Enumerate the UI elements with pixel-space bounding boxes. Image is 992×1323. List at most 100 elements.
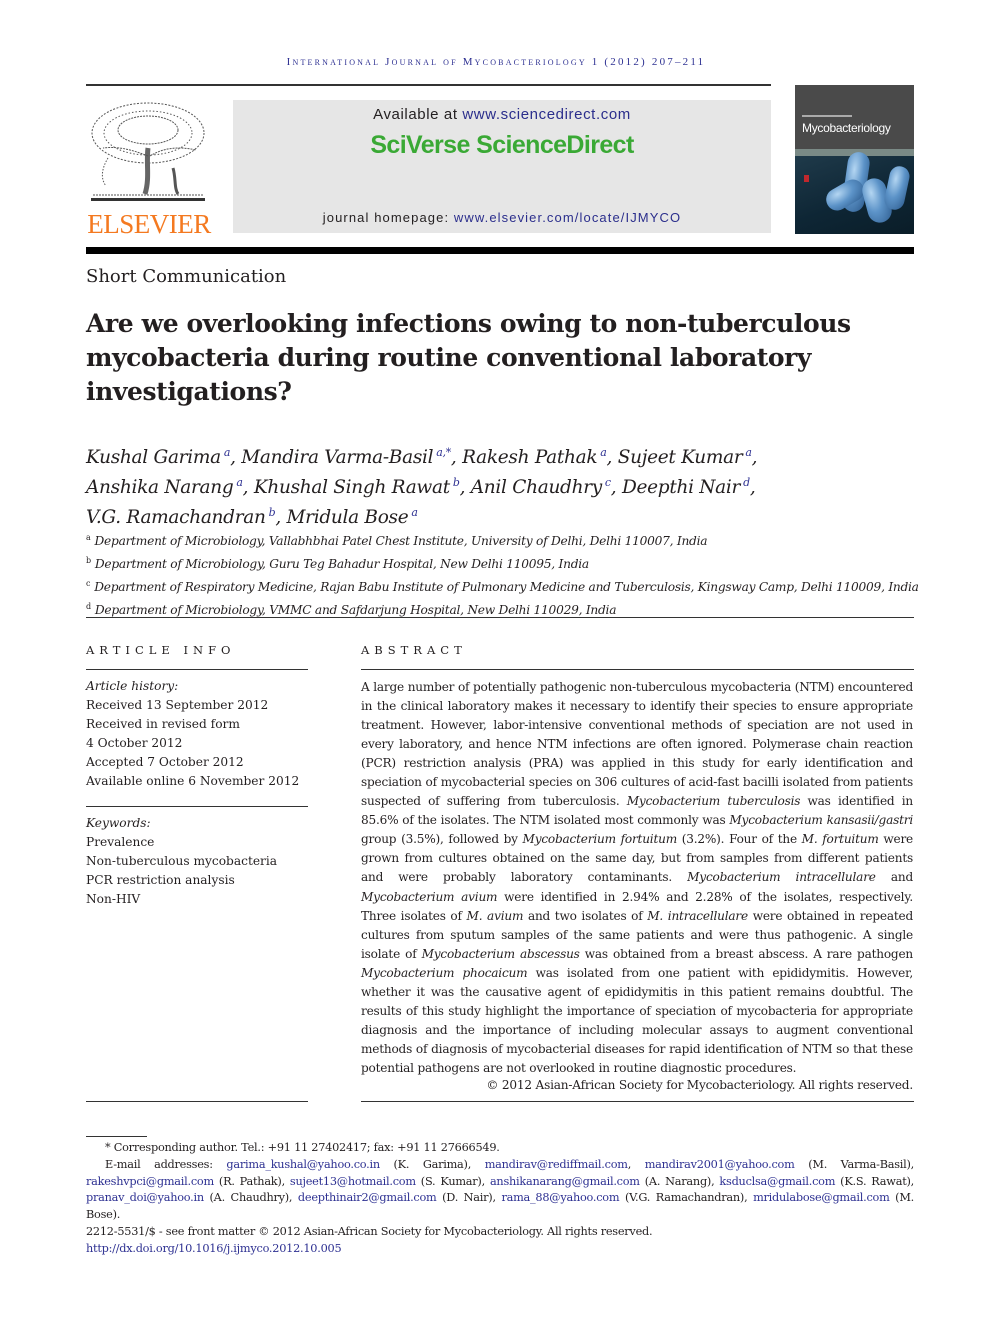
- keyword-item[interactable]: Prevalence: [86, 833, 311, 852]
- keyword-item[interactable]: Non-tuberculous mycobacteria: [86, 852, 311, 871]
- email-owner: (S. Kumar),: [415, 1174, 490, 1188]
- front-matter-note: 2212-5531/$ - see front matter © 2012 As…: [86, 1224, 653, 1238]
- abstract-segment: A large number of potentially pathogenic…: [361, 680, 913, 809]
- keywords-label: Keywords:: [86, 816, 151, 830]
- email-owner: (K.S. Rawat),: [835, 1174, 914, 1188]
- article-info-heading: ARTICLE INFO: [86, 643, 236, 657]
- affiliation-key: a: [86, 533, 91, 542]
- article-history: Article history: Received 13 September 2…: [86, 677, 311, 791]
- email-owner: (R. Pathak),: [213, 1174, 290, 1188]
- email-link[interactable]: mandirav@rediffmail.com: [485, 1158, 628, 1171]
- affiliation-list: a Department of Microbiology, Vallabhbhai…: [86, 528, 926, 620]
- email-link[interactable]: garima_kushal@yahoo.co.in: [226, 1158, 380, 1171]
- abstract-copyright: © 2012 Asian-African Society for Mycobac…: [486, 1078, 913, 1092]
- author-name[interactable]: Khushal Singh Rawat: [254, 477, 450, 498]
- author-list: Kushal Garima a, Mandira Varma-Basil a,*, …: [86, 440, 916, 530]
- email-addresses: E-mail addresses: garima_kushal@yahoo.co…: [86, 1157, 914, 1224]
- email-label: E-mail addresses:: [105, 1157, 227, 1171]
- email-link[interactable]: deepthinair2@gmail.com: [298, 1191, 437, 1204]
- affiliation-text: Department of Microbiology, VMMC and Saf…: [94, 603, 617, 617]
- author-name[interactable]: Kushal Garima: [86, 447, 221, 468]
- affiliation-text: Department of Respiratory Medicine, Raja…: [94, 580, 919, 594]
- affiliation-key: d: [86, 602, 91, 611]
- article-title: Are we overlooking infections owing to n…: [86, 309, 851, 406]
- email-link[interactable]: ksduclsa@gmail.com: [719, 1175, 835, 1188]
- affiliation-marker[interactable]: a: [411, 506, 418, 519]
- abstract-bottom-rule: [361, 1101, 914, 1102]
- author-name[interactable]: Anil Chaudhry: [471, 477, 602, 498]
- corresponding-author-note: * Corresponding author. Tel.: +91 11 274…: [105, 1141, 500, 1154]
- history-item: 4 October 2012: [86, 736, 183, 750]
- keyword-item[interactable]: Non-HIV: [86, 890, 311, 909]
- author-separator: ,: [242, 477, 254, 498]
- footnote-rule: [86, 1136, 147, 1137]
- author-name[interactable]: Deepthi Nair: [622, 477, 740, 498]
- history-item: Received in revised form: [86, 717, 240, 731]
- species-name: Mycobacterium avium: [361, 889, 498, 904]
- email-link[interactable]: sujeet13@hotmail.com: [290, 1175, 416, 1188]
- header-thick-rule: [86, 247, 914, 254]
- section-divider: [86, 617, 914, 618]
- header-rule: [86, 84, 771, 86]
- available-at-line: Available at www.sciencedirect.com: [373, 106, 631, 123]
- species-name: Mycobacterium intracellulare: [687, 870, 876, 885]
- author-separator: ,: [749, 477, 756, 498]
- sciverse-sciencedirect-logo[interactable]: SciVerse ScienceDirect: [233, 131, 771, 160]
- info-bottom-rule: [86, 1101, 308, 1102]
- affiliation-marker[interactable]: a,*: [436, 446, 451, 459]
- abstract-segment: and two isolates of: [523, 908, 648, 923]
- journal-homepage-link[interactable]: www.elsevier.com/locate/IJMYCO: [454, 210, 681, 225]
- email-owner: (K. Garima),: [379, 1157, 485, 1171]
- article-info-rule: [86, 669, 308, 670]
- keyword-list: Prevalence Non-tuberculous mycobacteria PC…: [86, 833, 311, 909]
- abstract-rule: [361, 669, 914, 670]
- email-link[interactable]: pranav_doi@yahoo.in: [86, 1191, 204, 1204]
- email-link[interactable]: anshikanarang@gmail.com: [490, 1175, 640, 1188]
- sciencedirect-link[interactable]: www.sciencedirect.com: [462, 106, 630, 123]
- species-name: Mycobacterium tuberculosis: [626, 794, 801, 809]
- affiliation-item: c Department of Respiratory Medicine, Raj…: [86, 574, 926, 597]
- doi-link[interactable]: http://dx.doi.org/10.1016/j.ijmyco.2012.…: [86, 1242, 342, 1255]
- affiliation-marker[interactable]: d: [743, 476, 750, 489]
- journal-cover-image[interactable]: Mycobacteriology: [795, 85, 914, 234]
- author-name[interactable]: Mandira Varma-Basil: [241, 447, 433, 468]
- journal-homepage-line: journal homepage: www.elsevier.com/locat…: [322, 210, 682, 225]
- author-separator: ,: [751, 447, 758, 468]
- species-name: M. fortuitum: [801, 832, 879, 847]
- author-name[interactable]: Sujeet Kumar: [618, 447, 743, 468]
- tree-of-knowledge-icon: [91, 102, 205, 201]
- author-name[interactable]: Rakesh Pathak: [462, 447, 597, 468]
- abstract-segment: and: [875, 870, 913, 885]
- society-emblem-icon: [804, 175, 809, 182]
- article-type: Short Communication: [86, 266, 287, 287]
- abstract-text: A large number of potentially pathogenic…: [361, 678, 913, 1078]
- email-owner: (V.G. Ramachandran),: [619, 1191, 754, 1205]
- affiliation-text: Department of Microbiology, Guru Teg Bah…: [94, 557, 589, 571]
- history-item: Available online 6 November 2012: [86, 774, 300, 788]
- author-name[interactable]: V.G. Ramachandran: [86, 507, 266, 528]
- keywords-rule: [86, 806, 308, 807]
- elsevier-logo[interactable]: ELSEVIER: [86, 98, 212, 239]
- email-owner: ,: [627, 1157, 645, 1171]
- history-item: Received 13 September 2012: [86, 698, 269, 712]
- affiliation-marker[interactable]: b: [453, 476, 460, 489]
- email-owner: (D. Nair),: [436, 1191, 502, 1205]
- author-name[interactable]: Anshika Narang: [86, 477, 234, 498]
- species-name: Mycobacterium fortuitum: [522, 832, 678, 847]
- email-owner: (A. Chaudhry),: [203, 1191, 298, 1205]
- email-link[interactable]: mridulabose@gmail.com: [753, 1191, 890, 1204]
- author-separator: ,: [459, 477, 471, 498]
- email-owner: (A. Narang),: [639, 1174, 720, 1188]
- email-link[interactable]: mandirav2001@yahoo.com: [645, 1158, 795, 1171]
- affiliation-key: b: [86, 556, 91, 565]
- author-name[interactable]: Mridula Bose: [287, 507, 409, 528]
- email-link[interactable]: rakeshvpci@gmail.com: [86, 1175, 214, 1188]
- elsevier-wordmark: ELSEVIER: [87, 209, 211, 239]
- keyword-item[interactable]: PCR restriction analysis: [86, 871, 311, 890]
- email-link[interactable]: rama_88@yahoo.com: [501, 1191, 619, 1204]
- footnotes: * Corresponding author. Tel.: +91 11 274…: [86, 1140, 914, 1258]
- author-separator: ,: [230, 447, 242, 468]
- author-separator: ,: [610, 477, 622, 498]
- abstract-segment: (3.2%). Four of the: [676, 832, 802, 847]
- species-name: M. avium: [466, 908, 524, 923]
